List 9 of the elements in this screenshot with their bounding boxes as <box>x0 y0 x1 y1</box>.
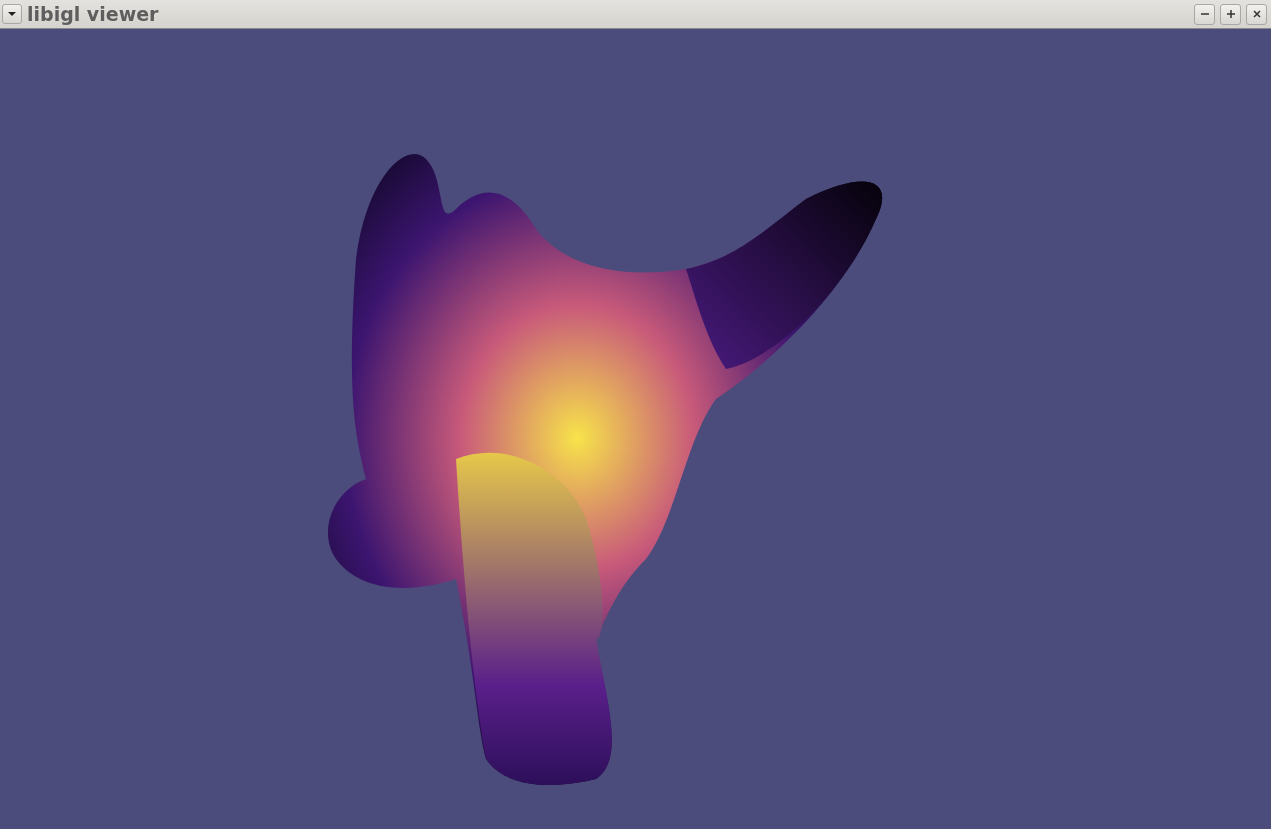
window-title: libigl viewer <box>27 3 159 25</box>
close-button[interactable] <box>1246 3 1267 25</box>
minimize-button[interactable] <box>1194 3 1215 25</box>
plus-icon <box>1225 9 1236 19</box>
maximize-button[interactable] <box>1220 3 1241 25</box>
close-icon <box>1251 9 1262 19</box>
render-viewport[interactable] <box>0 29 1271 829</box>
window-menu-button[interactable] <box>2 4 22 24</box>
caret-icon <box>7 11 17 17</box>
